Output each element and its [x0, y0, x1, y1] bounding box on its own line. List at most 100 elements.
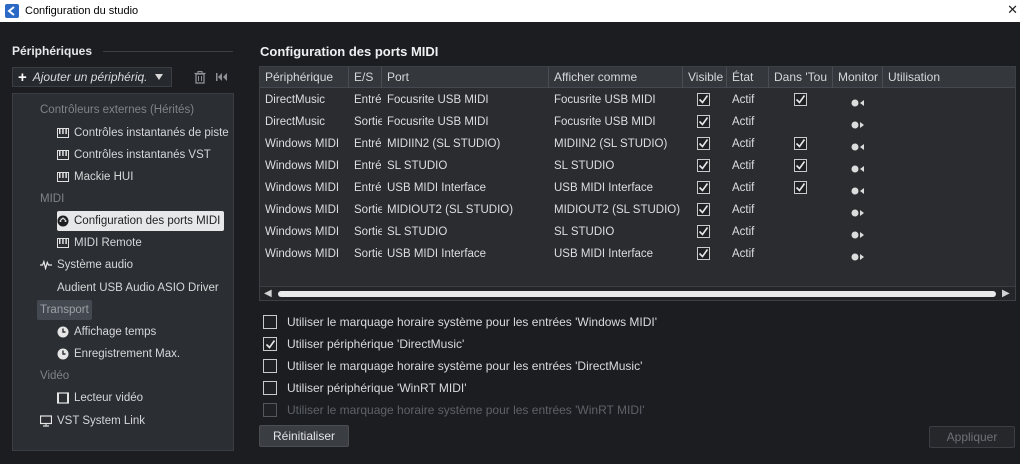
column-header-io[interactable]: E/S [349, 67, 382, 88]
monitor-output-icon[interactable] [851, 206, 865, 220]
midi-keyboard-icon [57, 127, 69, 139]
cell-state: Actif [732, 182, 755, 194]
devices-header: Périphériques [12, 44, 93, 58]
trash-button[interactable] [190, 67, 210, 87]
column-header-device[interactable]: Périphérique [260, 67, 349, 88]
table-row[interactable]: Windows MIDI Sortie MIDIOUT2 (SL STUDIO) MI… [260, 199, 1015, 221]
table-row[interactable]: DirectMusic Entré Focusrite USB MIDI Focusr… [260, 89, 1015, 111]
cell-io: Sortie [354, 204, 382, 216]
tree-category-midi[interactable]: MIDI [40, 189, 64, 209]
tree-item-max-recording[interactable]: Enregistrement Max. [57, 344, 180, 364]
monitor-output-icon[interactable] [851, 118, 865, 132]
cell-io: Entré [354, 182, 382, 194]
visible-checkbox[interactable] [697, 93, 710, 106]
cell-io: Sortie [354, 116, 382, 128]
visible-checkbox[interactable] [697, 247, 710, 260]
option-checkbox-row[interactable]: Utiliser le marquage horaire système pou… [263, 314, 657, 330]
window-title: Configuration du studio [25, 5, 139, 17]
visible-checkbox[interactable] [697, 159, 710, 172]
midi-keyboard-icon [57, 149, 69, 161]
column-header-in-all[interactable]: Dans 'Tou [769, 67, 833, 88]
tree-item-vst-quick-controls[interactable]: Contrôles instantanés VST [57, 145, 211, 165]
monitor-output-icon[interactable] [851, 228, 865, 242]
midi-keyboard-icon [57, 171, 69, 183]
tree-item-midi-remote[interactable]: MIDI Remote [57, 233, 142, 253]
tree-item-mackie-hui[interactable]: Mackie HUI [57, 167, 133, 187]
monitor-input-icon[interactable] [851, 140, 865, 154]
in-all-checkbox[interactable] [794, 181, 807, 194]
option-checkbox-row[interactable]: Utiliser périphérique 'DirectMusic' [263, 336, 464, 352]
in-all-checkbox[interactable] [794, 93, 807, 106]
tree-item-audient-asio-driver[interactable]: Audient USB Audio ASIO Driver [57, 278, 219, 298]
tree-item-vst-system-link[interactable]: VST System Link [40, 411, 145, 431]
column-header-monitor[interactable]: Monitor [833, 67, 883, 88]
visible-checkbox[interactable] [697, 115, 710, 128]
table-row[interactable]: Windows MIDI Entré SL STUDIO SL STUDIO Actif [260, 155, 1015, 177]
option-checkbox[interactable] [263, 315, 277, 329]
option-label: Utiliser le marquage horaire système pou… [287, 359, 643, 373]
monitor-input-icon[interactable] [851, 162, 865, 176]
horizontal-scrollbar[interactable]: ◀ ▶ [260, 286, 1015, 300]
column-header-state[interactable]: État [727, 67, 769, 88]
close-button[interactable]: ✕ [1007, 2, 1018, 18]
monitor-input-icon[interactable] [851, 184, 865, 198]
visible-checkbox[interactable] [697, 225, 710, 238]
title-bar: Configuration du studio ✕ [0, 0, 1020, 22]
table-row[interactable]: Windows MIDI Entré USB MIDI Interface USB M… [260, 177, 1015, 199]
midi-ports-table: Périphérique E/S Port Afficher comme Vis… [259, 66, 1016, 301]
tree-item-audio-system[interactable]: Système audio [40, 255, 133, 275]
add-device-label: Ajouter un périphériq. [32, 70, 148, 84]
monitor-icon [40, 415, 52, 427]
column-header-visible[interactable]: Visible [683, 67, 727, 88]
reset-device-button[interactable] [212, 67, 232, 87]
scrollbar-thumb[interactable] [278, 291, 996, 297]
clock-icon [57, 326, 69, 338]
scroll-right-icon[interactable]: ▶ [1002, 288, 1010, 299]
option-checkbox-row: Utiliser le marquage horaire système pou… [263, 402, 645, 418]
tree-item-midi-port-setup[interactable]: Configuration des ports MIDI [57, 211, 225, 231]
tree-category-transport[interactable]: Transport [37, 300, 92, 320]
visible-checkbox[interactable] [697, 181, 710, 194]
option-checkbox-row[interactable]: Utiliser périphérique 'WinRT MIDI' [263, 380, 467, 396]
table-row[interactable]: Windows MIDI Sortie SL STUDIO SL STUDIO Acti… [260, 221, 1015, 243]
tree-category-video[interactable]: Vidéo [40, 366, 69, 386]
monitor-output-icon[interactable] [851, 250, 865, 264]
column-header-display-as[interactable]: Afficher comme [549, 67, 683, 88]
device-tree: Contrôleurs externes (Hérités) Contrôles… [12, 93, 234, 451]
cell-port: SL STUDIO [387, 226, 448, 238]
apply-button[interactable]: Appliquer [929, 426, 1015, 448]
chevron-down-icon [155, 74, 163, 80]
table-row[interactable]: Windows MIDI Entré MIDIIN2 (SL STUDIO) MIDI… [260, 133, 1015, 155]
cell-io: Entré [354, 138, 382, 150]
option-checkbox[interactable] [263, 381, 277, 395]
column-header-port[interactable]: Port [382, 67, 549, 88]
table-row[interactable]: DirectMusic Sortie Focusrite USB MIDI Focus… [260, 111, 1015, 133]
visible-checkbox[interactable] [697, 137, 710, 150]
cell-display-as: USB MIDI Interface [554, 182, 654, 194]
option-checkbox[interactable] [263, 337, 277, 351]
tree-item-track-quick-controls[interactable]: Contrôles instantanés de piste [57, 123, 229, 143]
visible-checkbox[interactable] [697, 203, 710, 216]
tree-item-video-player[interactable]: Lecteur vidéo [57, 388, 143, 408]
cell-device: Windows MIDI [265, 160, 340, 172]
scroll-left-icon[interactable]: ◀ [264, 288, 272, 299]
option-label: Utiliser périphérique 'WinRT MIDI' [287, 381, 467, 395]
add-device-dropdown[interactable]: + Ajouter un périphériq. [12, 67, 172, 87]
plus-icon: + [18, 68, 27, 86]
column-header-usage[interactable]: Utilisation [883, 67, 1015, 88]
cell-port: MIDIOUT2 (SL STUDIO) [387, 204, 514, 216]
reset-button[interactable]: Réinitialiser [259, 425, 349, 447]
cell-display-as: SL STUDIO [554, 226, 615, 238]
cell-display-as: Focusrite USB MIDI [554, 116, 656, 128]
table-row[interactable]: Windows MIDI Sortie USB MIDI Interface USB … [260, 243, 1015, 265]
option-checkbox-row[interactable]: Utiliser le marquage horaire système pou… [263, 358, 642, 374]
monitor-input-icon[interactable] [851, 96, 865, 110]
tree-category-external-controllers[interactable]: Contrôleurs externes (Hérités) [40, 100, 194, 120]
option-checkbox [263, 403, 277, 417]
cell-display-as: USB MIDI Interface [554, 248, 654, 260]
tree-item-time-display[interactable]: Affichage temps [57, 322, 156, 342]
in-all-checkbox[interactable] [794, 137, 807, 150]
in-all-checkbox[interactable] [794, 159, 807, 172]
option-checkbox[interactable] [263, 359, 277, 373]
midi-keyboard-icon [57, 237, 69, 249]
